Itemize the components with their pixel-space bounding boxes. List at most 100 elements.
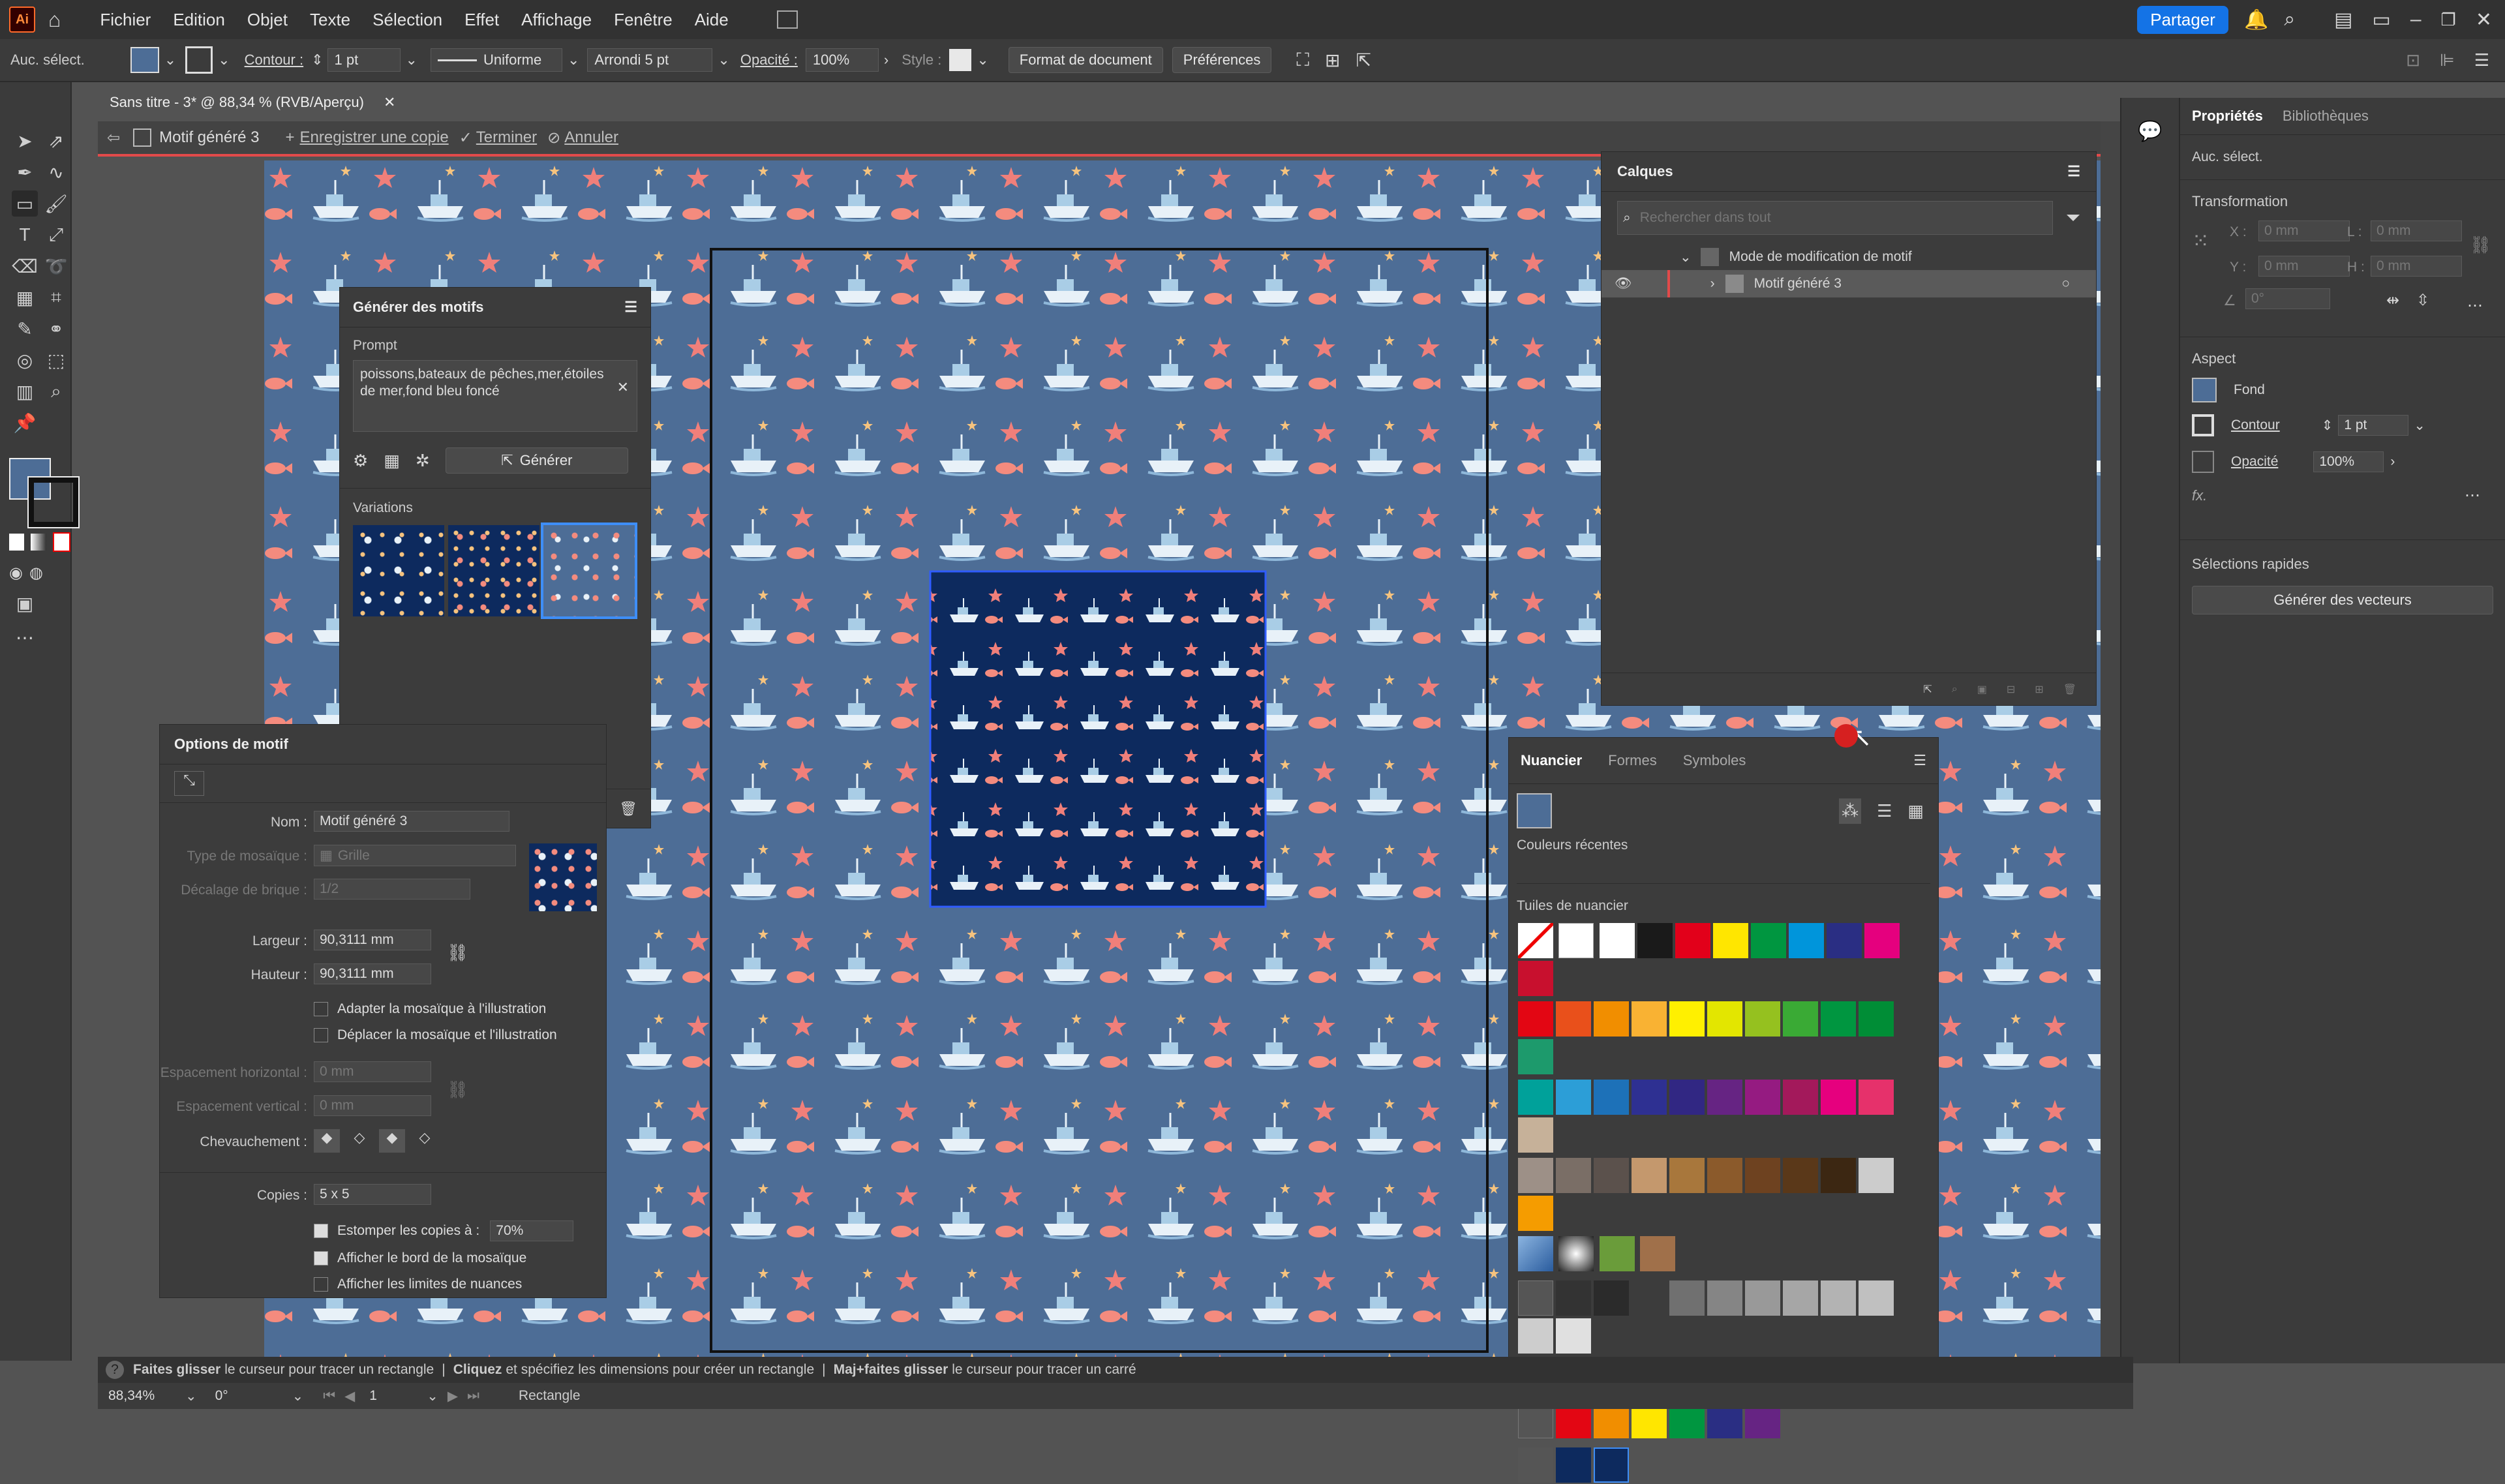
link-proportions-icon[interactable]: ⛓ bbox=[447, 943, 468, 963]
chevron-right-icon[interactable]: › bbox=[1710, 276, 1715, 292]
overlap-right-icon[interactable]: ◇ bbox=[346, 1129, 372, 1153]
color-swatch[interactable] bbox=[1518, 1158, 1553, 1193]
layer-name[interactable]: Motif généré 3 bbox=[1754, 276, 1842, 292]
curvature-tool-icon[interactable]: ∿ bbox=[43, 159, 69, 185]
style-swatch[interactable] bbox=[949, 49, 972, 71]
collect-export-icon[interactable]: ⇱ bbox=[1923, 683, 1932, 696]
copies-select[interactable]: 5 x 5 bbox=[314, 1184, 431, 1205]
layer-row-2[interactable]: 👁 › Motif généré 3 ○ bbox=[1602, 270, 2096, 297]
trash-icon[interactable]: 🗑 bbox=[2063, 683, 2076, 696]
screen-mode-icon[interactable]: ▣ bbox=[12, 590, 38, 616]
tab-swatches[interactable]: Nuancier bbox=[1521, 752, 1582, 769]
settings-gear-icon[interactable]: ✲ bbox=[416, 451, 430, 471]
registration-swatch[interactable] bbox=[1558, 923, 1594, 958]
color-swatch[interactable] bbox=[1707, 1158, 1742, 1193]
shape-builder-tool-icon[interactable]: ◎ bbox=[12, 347, 38, 373]
dim-copies-option[interactable]: Estomper les copies à : 70% bbox=[314, 1220, 574, 1241]
rectangle-tool-icon[interactable]: ▭ bbox=[12, 190, 38, 217]
color-swatch[interactable] bbox=[1632, 1280, 1667, 1316]
chevron-down-icon[interactable]: ⌄ bbox=[568, 52, 579, 68]
stroke-profile-select[interactable]: Uniforme bbox=[430, 48, 562, 72]
fit-tile-checkbox[interactable] bbox=[314, 1002, 328, 1016]
stroke-weight-field[interactable]: 1 pt bbox=[327, 48, 401, 72]
color-swatch[interactable] bbox=[1707, 1001, 1742, 1037]
prompt-textarea[interactable]: poissons,bateaux de pêches,mer,étoiles d… bbox=[353, 360, 637, 432]
locate-object-icon[interactable]: ⌕ bbox=[1952, 684, 1958, 695]
cancel-link[interactable]: Annuler bbox=[564, 129, 618, 147]
stepper-icon[interactable]: ⇕ bbox=[2322, 417, 2333, 434]
link-icon[interactable]: ⛓ bbox=[2470, 235, 2491, 255]
overlap-top-icon[interactable]: ◆ bbox=[379, 1129, 405, 1153]
panel-menu-icon[interactable]: ☰ bbox=[2067, 163, 2080, 180]
close-tab-icon[interactable]: ✕ bbox=[384, 94, 395, 111]
color-swatch[interactable] bbox=[1518, 1196, 1553, 1231]
grid-view-icon[interactable]: ▦ bbox=[1907, 801, 1924, 821]
overlap-bottom-icon[interactable]: ◇ bbox=[412, 1129, 438, 1153]
color-swatch[interactable] bbox=[1859, 1001, 1894, 1037]
draw-mode-icon[interactable]: ◉ bbox=[9, 564, 23, 583]
eraser-tool-icon[interactable]: ⌫ bbox=[12, 253, 38, 279]
chevron-down-icon[interactable]: ⌄ bbox=[185, 1388, 197, 1404]
pin-tool-icon[interactable]: 📌 bbox=[12, 410, 38, 436]
color-swatch[interactable] bbox=[1669, 1080, 1705, 1115]
opacity-label[interactable]: Opacité bbox=[2231, 454, 2278, 470]
color-swatch[interactable] bbox=[1821, 1001, 1856, 1037]
flip-vertical-icon[interactable]: ⇳ bbox=[2416, 291, 2429, 310]
color-swatch[interactable] bbox=[1783, 1080, 1818, 1115]
color-swatch[interactable] bbox=[1712, 923, 1748, 958]
rotation-field[interactable]: 0° bbox=[210, 1386, 292, 1406]
artboard-field[interactable]: 1 bbox=[364, 1386, 427, 1406]
stroke-label[interactable]: Contour : bbox=[245, 52, 304, 68]
menu-effet[interactable]: Effet bbox=[464, 10, 499, 30]
color-swatch[interactable] bbox=[1556, 1001, 1591, 1037]
chevron-right-icon[interactable]: › bbox=[884, 52, 888, 68]
layers-search-input[interactable] bbox=[1638, 209, 2023, 226]
color-swatch[interactable] bbox=[1864, 923, 1900, 958]
zoom-tool-icon[interactable]: ⌕ bbox=[43, 378, 69, 404]
color-swatch[interactable] bbox=[1745, 1080, 1780, 1115]
color-swatch[interactable] bbox=[1518, 961, 1553, 996]
chevron-down-icon[interactable]: ⌄ bbox=[292, 1388, 304, 1404]
opacity-label[interactable]: Opacité : bbox=[740, 52, 798, 68]
chevron-down-icon[interactable]: ⌄ bbox=[164, 52, 176, 68]
menu-texte[interactable]: Texte bbox=[310, 10, 350, 30]
color-swatch[interactable] bbox=[1669, 1280, 1705, 1316]
chevron-down-icon[interactable]: ⌄ bbox=[427, 1388, 438, 1404]
color-swatch[interactable] bbox=[1750, 923, 1786, 958]
save-copy-link[interactable]: Enregistrer une copie bbox=[300, 129, 449, 147]
next-artboard-icon[interactable]: ▶ bbox=[448, 1388, 458, 1404]
stroke-swatch[interactable] bbox=[185, 46, 213, 74]
tab-properties[interactable]: Propriétés bbox=[2192, 108, 2263, 125]
panel-toggle-icon[interactable]: ⊡ bbox=[2406, 50, 2420, 70]
fit-tile-option[interactable]: Adapter la mosaïque à l'illustration bbox=[314, 1001, 546, 1017]
document-tab[interactable]: Sans titre - 3* @ 88,34 % (RVB/Aperçu) ✕ bbox=[98, 87, 408, 117]
generate-button[interactable]: ⇱ Générer bbox=[445, 447, 628, 474]
home-icon[interactable]: ⌂ bbox=[48, 8, 61, 32]
layers-search[interactable]: ⌕ bbox=[1617, 201, 2053, 235]
menu-icon[interactable]: ☰ bbox=[2474, 50, 2489, 70]
folder-icon[interactable] bbox=[1518, 1447, 1553, 1483]
fill-swatch[interactable] bbox=[130, 47, 159, 73]
dim-copies-field[interactable]: 70% bbox=[490, 1220, 574, 1241]
comments-icon[interactable]: 💬 bbox=[2121, 120, 2179, 143]
layer-name[interactable]: Mode de modification de motif bbox=[1729, 249, 1912, 265]
show-swatch-bounds-option[interactable]: Afficher les limites de nuances bbox=[314, 1277, 522, 1292]
color-swatch[interactable] bbox=[1821, 1080, 1856, 1115]
clear-prompt-icon[interactable]: ✕ bbox=[617, 379, 629, 396]
list-view-icon[interactable]: ☰ bbox=[1877, 801, 1892, 821]
height-field[interactable]: 90,3111 mm bbox=[314, 963, 431, 984]
variation-thumb-1[interactable] bbox=[353, 525, 444, 616]
brush-tool-icon[interactable]: 🖌 bbox=[43, 190, 69, 217]
chevron-down-icon[interactable]: ⌄ bbox=[218, 52, 230, 68]
color-swatch[interactable] bbox=[1859, 1080, 1894, 1115]
folder-icon[interactable] bbox=[1518, 1280, 1553, 1316]
export-icon[interactable]: ⇱ bbox=[1356, 50, 1371, 71]
pen-tool-icon[interactable]: ✒ bbox=[12, 159, 38, 185]
clipping-mask-icon[interactable]: ▣ bbox=[1977, 683, 1987, 696]
angle-field[interactable]: 0° bbox=[2245, 288, 2330, 309]
color-swatch[interactable] bbox=[1826, 923, 1862, 958]
filter-icon[interactable]: ⏷ bbox=[2066, 207, 2080, 229]
menu-selection[interactable]: Sélection bbox=[372, 10, 442, 30]
last-artboard-icon[interactable]: ⏭ bbox=[467, 1388, 479, 1404]
gradient-mode-icon[interactable] bbox=[31, 534, 46, 551]
